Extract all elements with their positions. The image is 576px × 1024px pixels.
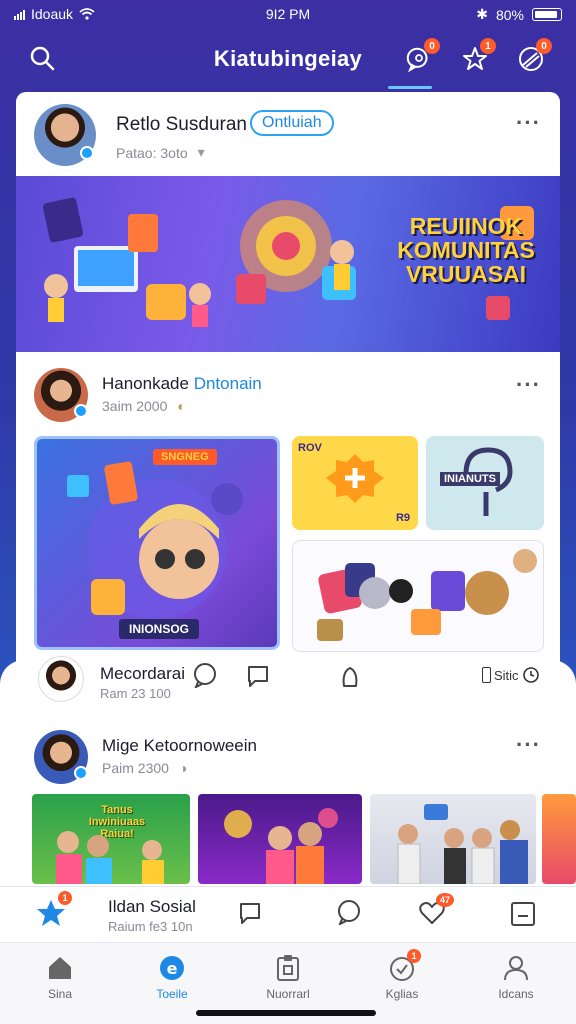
gallery-image-4[interactable] (292, 540, 544, 652)
post-time: 3aim 2000 (102, 398, 168, 414)
post-author[interactable]: Mige Ketoornoweein (102, 736, 257, 756)
privacy-icon: ▾ (197, 144, 205, 160)
comment-icon[interactable] (336, 899, 362, 925)
commenter-meta: Ram 23 100 (100, 686, 171, 701)
post-author[interactable]: Hanonkade Dntonain (102, 374, 262, 394)
svg-text:e: e (167, 959, 178, 978)
image-3-label: INIANUTS (440, 472, 500, 486)
like-button[interactable]: 47 (418, 893, 454, 927)
post-meta: Paim 2300 ◑ (102, 760, 187, 776)
verified-icon (74, 766, 88, 780)
gallery-image-main[interactable]: SNGNEG INIONSOG (34, 436, 280, 650)
gallery-thumb-1[interactable]: Tanus Inwiniuaas Raiua! (32, 794, 190, 884)
post-time: Patao: 3oto (116, 144, 188, 161)
banner-title: REUIINOK KOMUNITAS VRUUASAI (397, 213, 535, 287)
comment-icon[interactable] (192, 662, 218, 688)
messages-badge: 0 (424, 38, 440, 54)
bottom-post-meta: Raium fe3 10n (108, 919, 193, 934)
nav-label: Idcans (498, 987, 534, 1001)
minimize-icon[interactable] (510, 901, 536, 927)
explore-icon: e (160, 956, 184, 980)
timer-icon (522, 667, 539, 683)
nav-item-explore[interactable]: e Toeile (132, 953, 212, 1001)
verified-icon (80, 146, 94, 160)
thumb-1-art (56, 831, 164, 884)
bottom-post-bar: 1 Ildan Sosial Raium fe3 10n 47 (0, 886, 576, 942)
image-2-label-b: R9 (395, 512, 410, 524)
privacy-icon: ◐ (177, 398, 186, 414)
message-icon[interactable] (238, 901, 262, 925)
messages-button[interactable]: 0 (402, 38, 440, 76)
gallery-image-3[interactable]: INIANUTS (426, 436, 544, 530)
community-badge: 1 (58, 891, 72, 905)
bluetooth-icon: ✱ (476, 6, 488, 22)
home-icon (49, 957, 71, 979)
app-header: Kiatubingeiay 0 1 0 (0, 30, 576, 90)
like-badge: 47 (436, 893, 454, 907)
post-banner-image[interactable]: REUIINOK KOMUNITAS VRUUASAI (16, 176, 560, 352)
gallery-image-2[interactable]: ROV R9 (292, 436, 418, 530)
follow-button[interactable]: Ontluiah (250, 110, 334, 136)
more-options-icon[interactable]: ··· (516, 372, 541, 398)
image-4-art (317, 549, 537, 641)
nav-label: Sina (47, 987, 73, 1001)
author-second: Dntonain (193, 374, 262, 393)
nav-item-profile[interactable]: Idcans (476, 953, 556, 1001)
avatar[interactable] (38, 656, 84, 702)
share-button[interactable]: Sitic (482, 666, 540, 684)
privacy-icon: ◑ (178, 760, 188, 776)
main-image-art (67, 461, 243, 619)
post-time: Paim 2300 (102, 760, 169, 776)
bookmark-icon[interactable] (338, 664, 362, 690)
favorites-badge: 1 (480, 38, 496, 54)
nav-label: Kglias (385, 987, 419, 1001)
nav-label: Toeile (156, 987, 188, 1001)
message-icon[interactable] (246, 664, 270, 688)
post-meta: 3aim 2000 ◐ (102, 398, 186, 414)
gallery-thumb-2[interactable] (198, 794, 362, 884)
status-bar: Idoauk 9I2 PM ✱ 80% (0, 0, 576, 28)
more-options-icon[interactable]: ··· (516, 110, 541, 136)
community-button[interactable]: 1 (34, 891, 72, 931)
post-meta: Patao: 3oto ▾ (116, 144, 205, 161)
discover-button[interactable]: 0 (514, 38, 552, 76)
status-right: ✱ 80% (476, 6, 562, 23)
home-indicator (196, 1010, 376, 1016)
nav-label: Nuorrarl (266, 987, 310, 1001)
clipboard-icon (277, 955, 299, 981)
discover-badge: 0 (536, 38, 552, 54)
thumb-2-art (224, 808, 338, 884)
bottom-post-title[interactable]: Ildan Sosial (108, 897, 196, 917)
battery-icon (532, 8, 562, 21)
nav-item-notifications[interactable]: 1 Kglias (362, 949, 442, 1001)
main-image-caption: INIONSOG (119, 619, 200, 639)
post-author[interactable]: Retlo Susduran (116, 114, 247, 136)
author-first: Hanonkade (102, 374, 189, 393)
share-label: Sitic (494, 667, 519, 683)
commenter-name[interactable]: Mecordarai (100, 664, 185, 684)
gallery-thumb-4[interactable] (542, 794, 576, 884)
favorites-button[interactable]: 1 (458, 38, 496, 76)
nav-item-home[interactable]: Sina (20, 953, 100, 1001)
device-icon (482, 667, 491, 683)
image-2-label: ROV (298, 442, 322, 454)
battery-percent: 80% (495, 6, 524, 23)
nav-item-clipboard[interactable]: Nuorrarl (248, 953, 328, 1001)
gallery-thumb-3[interactable] (370, 794, 536, 884)
profile-icon (504, 956, 528, 981)
active-tab-indicator (388, 86, 432, 89)
thumb-3-art (397, 804, 528, 884)
more-options-icon[interactable]: ··· (516, 732, 541, 758)
verified-icon (74, 404, 88, 418)
notifications-badge: 1 (407, 949, 421, 963)
main-image-tag: SNGNEG (153, 449, 217, 465)
